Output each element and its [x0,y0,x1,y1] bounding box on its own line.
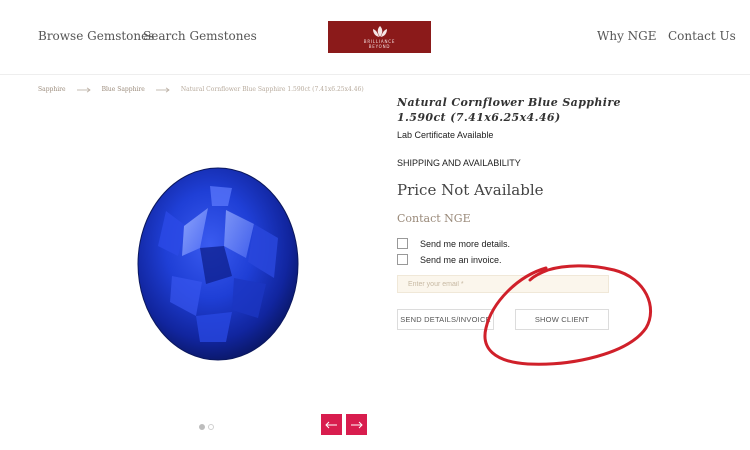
nav-search-gemstones[interactable]: Search Gemstones [143,29,257,43]
invoice-label: Send me an invoice. [420,254,502,265]
carousel-prev-button[interactable] [321,414,342,435]
carousel-next-button[interactable] [346,414,367,435]
send-details-invoice-button[interactable]: SEND DETAILS/INVOICE [397,309,494,330]
blue-sapphire-image[interactable] [136,166,300,362]
invoice-checkbox[interactable] [397,254,408,265]
breadcrumb-current-page: Natural Cornflower Blue Sapphire 1.590ct… [180,86,364,93]
breadcrumb-sapphire[interactable]: Sapphire [38,86,66,93]
nav-why-nge[interactable]: Why NGE [597,29,657,43]
lab-certificate-note: Lab Certificate Available [397,130,494,140]
carousel-dot-1[interactable] [199,424,205,430]
product-title: Natural Cornflower Blue Sapphire 1.590ct… [397,96,621,124]
logo-text-line2: BEYOND [368,43,391,49]
nav-contact-us[interactable]: Contact Us [668,29,736,43]
brand-logo[interactable]: BRILLIANCE BEYOND [328,21,431,53]
carousel-dots [199,424,214,430]
long-arrow-right-icon [76,86,91,93]
breadcrumb: Sapphire Blue Sapphire Natural Cornflowe… [38,86,364,93]
nav-browse-gemstones[interactable]: Browse Gemstones [38,29,154,43]
contact-nge-heading: Contact NGE [397,212,471,225]
option-more-details[interactable]: Send me more details. [397,238,510,249]
show-client-button[interactable]: SHOW CLIENT [515,309,609,330]
site-header: Browse Gemstones Search Gemstones BRILLI… [0,0,750,75]
shipping-availability-heading[interactable]: SHIPPING AND AVAILABILITY [397,158,521,168]
price-text: Price Not Available [397,181,544,199]
more-details-checkbox[interactable] [397,238,408,249]
email-input[interactable] [397,275,609,293]
arrow-right-icon [351,421,363,428]
leaf-logo-icon [372,25,387,37]
long-arrow-right-icon [155,86,170,93]
more-details-label: Send me more details. [420,238,511,249]
carousel-dot-2[interactable] [208,424,214,430]
breadcrumb-blue-sapphire[interactable]: Blue Sapphire [102,86,145,93]
arrow-left-icon [325,421,337,428]
option-invoice[interactable]: Send me an invoice. [397,254,502,265]
